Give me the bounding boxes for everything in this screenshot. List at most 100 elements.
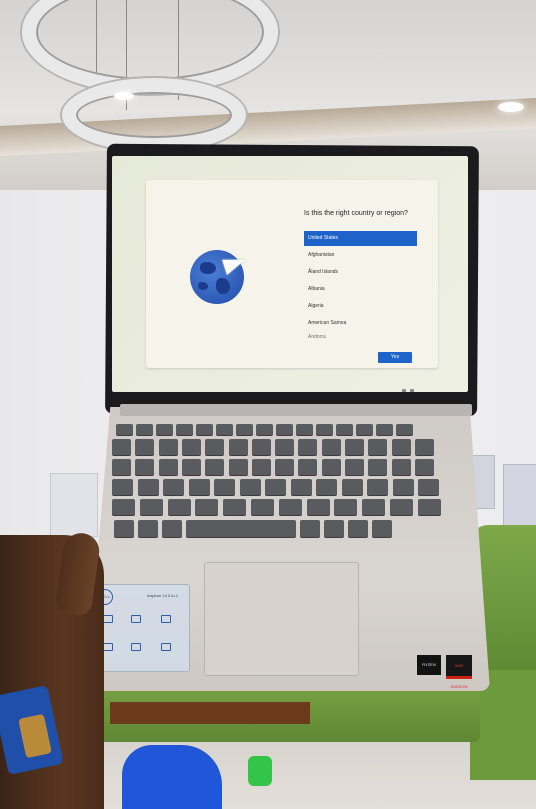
green-object — [248, 756, 272, 786]
keyboard-key[interactable] — [196, 424, 213, 435]
keyboard-key[interactable] — [296, 424, 313, 435]
keyboard-key[interactable] — [316, 479, 337, 495]
chandelier-ring-bottom — [62, 78, 246, 152]
keyboard-key[interactable] — [391, 459, 411, 475]
keyboard-key[interactable] — [239, 479, 261, 495]
keyboard-key[interactable] — [276, 424, 293, 435]
keyboard-key[interactable] — [306, 499, 330, 515]
keyboard-key[interactable] — [167, 499, 191, 515]
keyboard-key[interactable] — [334, 499, 358, 515]
keyboard-key[interactable] — [136, 424, 153, 435]
keyboard-key[interactable] — [275, 439, 295, 455]
keyboard-key[interactable] — [300, 520, 320, 537]
keyboard-key[interactable] — [114, 520, 134, 537]
wall-switch — [50, 473, 98, 537]
country-option[interactable]: American Samoa — [304, 316, 417, 331]
keyboard-key[interactable] — [236, 424, 253, 435]
keyboard-key[interactable] — [414, 459, 434, 475]
keyboard-key[interactable] — [372, 520, 392, 537]
keyboard-key[interactable] — [181, 459, 201, 475]
keyboard-key[interactable] — [392, 479, 414, 495]
keyboard-key[interactable] — [228, 439, 248, 455]
keyboard-key[interactable] — [162, 520, 182, 537]
keyboard-key[interactable] — [321, 459, 341, 475]
country-option[interactable]: Afghanistan — [304, 248, 417, 263]
country-option[interactable]: Andorra — [304, 333, 417, 341]
keyboard-key[interactable] — [138, 520, 158, 537]
keyboard-key[interactable] — [176, 424, 193, 435]
keyboard-key[interactable] — [362, 499, 386, 515]
keyboard[interactable] — [102, 420, 462, 554]
country-option[interactable]: Albania — [304, 282, 417, 297]
keyboard-key[interactable] — [116, 424, 133, 435]
touchpad[interactable] — [204, 562, 359, 676]
keyboard-key[interactable] — [345, 439, 364, 455]
spacebar-key[interactable] — [186, 520, 296, 537]
keyboard-key[interactable] — [163, 479, 184, 495]
keyboard-key[interactable] — [390, 499, 413, 515]
keyboard-key[interactable] — [414, 439, 434, 455]
keyboard-key[interactable] — [256, 424, 273, 435]
keyboard-key[interactable] — [324, 520, 344, 537]
keyboard-key[interactable] — [418, 479, 439, 495]
country-option[interactable]: Åland Islands — [304, 265, 417, 280]
yes-button[interactable]: Yes — [378, 352, 412, 363]
country-option[interactable]: United States — [304, 231, 417, 246]
keyboard-key[interactable] — [345, 459, 364, 475]
laptop-hinge — [120, 404, 472, 416]
keyboard-key[interactable] — [139, 499, 163, 515]
keyboard-key[interactable] — [341, 479, 363, 495]
keyboard-key[interactable] — [112, 499, 135, 515]
question-title: Is this the right country or region? — [304, 210, 408, 217]
keyboard-key[interactable] — [417, 499, 441, 515]
keyboard-key[interactable] — [356, 424, 373, 435]
keyboard-key[interactable] — [214, 479, 235, 495]
keyboard-key[interactable] — [368, 439, 388, 455]
spec-icon — [131, 615, 141, 623]
keyboard-key[interactable] — [228, 459, 248, 475]
keyboard-key[interactable] — [336, 424, 353, 435]
keyboard-key[interactable] — [135, 439, 155, 455]
keyboard-key[interactable] — [181, 439, 201, 455]
keyboard-key[interactable] — [265, 479, 286, 495]
keyboard-key[interactable] — [367, 479, 388, 495]
keyboard-key[interactable] — [278, 499, 302, 515]
ryzen-badge: RYZEN — [417, 655, 441, 675]
keyboard-key[interactable] — [135, 459, 155, 475]
keyboard-key[interactable] — [195, 499, 219, 515]
ceiling-spotlight — [498, 102, 524, 112]
keyboard-key[interactable] — [205, 459, 225, 475]
wall-panel — [503, 464, 536, 528]
keyboard-key[interactable] — [275, 459, 295, 475]
keyboard-key[interactable] — [156, 424, 173, 435]
radeon-badge: AMD RADEON — [446, 655, 472, 689]
keyboard-key[interactable] — [251, 499, 274, 515]
keyboard-key[interactable] — [298, 459, 318, 475]
keyboard-key[interactable] — [137, 479, 159, 495]
keyboard-key[interactable] — [348, 520, 368, 537]
laptop-screen: Is this the right country or region? Uni… — [112, 156, 468, 392]
keyboard-key[interactable] — [112, 459, 131, 475]
keyboard-key[interactable] — [223, 499, 247, 515]
spec-icon — [161, 643, 171, 651]
keyboard-key[interactable] — [251, 459, 271, 475]
sofa-wood-trim — [110, 702, 310, 724]
keyboard-key[interactable] — [205, 439, 225, 455]
spec-sticker: DELL Inspiron 14 2-in-1 — [92, 584, 190, 672]
country-option[interactable]: Algeria — [304, 299, 417, 314]
keyboard-key[interactable] — [298, 439, 318, 455]
keyboard-key[interactable] — [158, 459, 178, 475]
keyboard-key[interactable] — [376, 424, 393, 435]
keyboard-key[interactable] — [316, 424, 333, 435]
keyboard-key[interactable] — [216, 424, 233, 435]
keyboard-key[interactable] — [158, 439, 178, 455]
keyboard-key[interactable] — [396, 424, 413, 435]
keyboard-key[interactable] — [112, 479, 133, 495]
keyboard-key[interactable] — [112, 439, 131, 455]
keyboard-key[interactable] — [321, 439, 341, 455]
keyboard-key[interactable] — [290, 479, 312, 495]
keyboard-key[interactable] — [251, 439, 271, 455]
keyboard-key[interactable] — [391, 439, 411, 455]
keyboard-key[interactable] — [368, 459, 388, 475]
keyboard-key[interactable] — [188, 479, 210, 495]
